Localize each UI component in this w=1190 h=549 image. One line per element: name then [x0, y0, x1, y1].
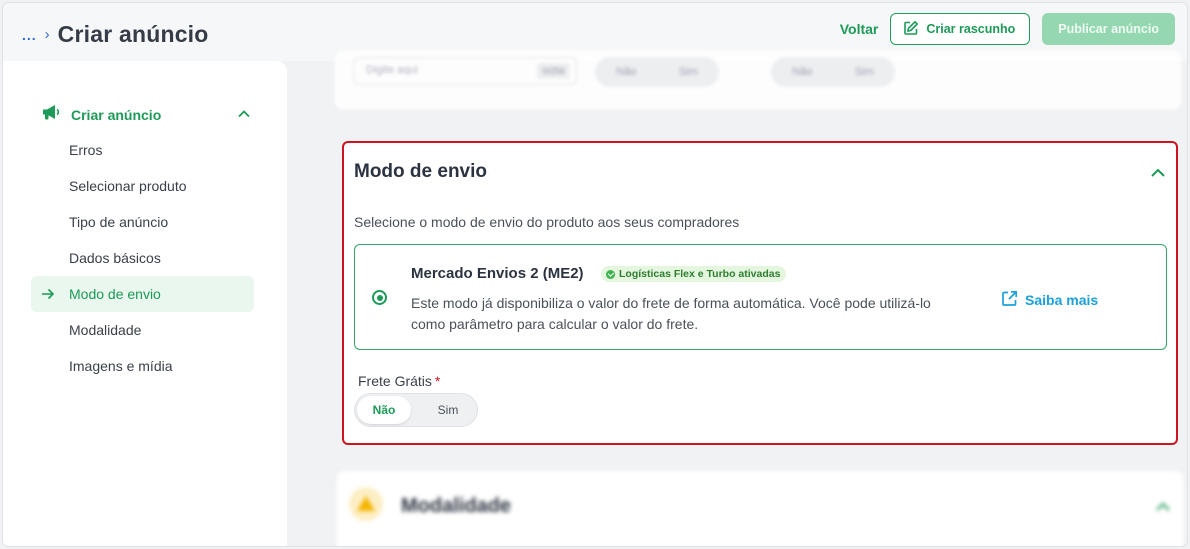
sidebar-item-label: Dados básicos [69, 250, 161, 266]
arrow-right-icon [41, 287, 55, 303]
sidebar-item-label: Erros [69, 142, 103, 158]
megaphone-icon [41, 103, 61, 126]
sidebar-item-dados-basicos[interactable]: Dados básicos [31, 240, 254, 276]
char-counter: 0/256 [537, 63, 570, 79]
shipping-mode-card: Modo de envio Selecione o modo de envio … [342, 141, 1178, 445]
sidebar-item-tipo-de-anuncio[interactable]: Tipo de anúncio [31, 204, 254, 240]
sidebar: Criar anúncio Erros Selecionar produto T… [3, 61, 287, 546]
status-badge: Logísticas Flex e Turbo ativadas [601, 266, 787, 282]
learn-more-link[interactable]: Saiba mais [1001, 290, 1098, 310]
sidebar-item-modalidade[interactable]: Modalidade [31, 312, 254, 348]
sidebar-item-label: Modalidade [69, 322, 142, 338]
main-content: Digite aqui 0/256 Não Sim Não Sim Modo d… [287, 51, 1187, 546]
sidebar-section-label: Criar anúncio [71, 106, 162, 123]
toggle-yes[interactable]: Sim [855, 66, 874, 78]
toggle-yes[interactable]: Sim [421, 396, 475, 424]
yes-no-toggle[interactable]: Não Sim [771, 57, 895, 87]
chevron-up-icon[interactable] [1150, 165, 1166, 183]
page-title: Criar anúncio [57, 21, 209, 47]
chevron-up-icon[interactable] [1155, 499, 1171, 517]
sidebar-item-label: Modo de envio [69, 286, 161, 302]
sidebar-item-modo-de-envio[interactable]: Modo de envio [31, 276, 254, 312]
free-shipping-label: Frete Grátis * [358, 373, 440, 389]
toggle-yes[interactable]: Sim [679, 66, 698, 78]
text-input[interactable]: Digite aqui 0/256 [353, 57, 577, 85]
back-button[interactable]: Voltar [840, 21, 879, 37]
shipping-option-radio[interactable] [372, 290, 387, 305]
sidebar-item-erros[interactable]: Erros [31, 132, 254, 168]
header-actions: Voltar Criar rascunho Publicar anúncio [840, 13, 1175, 45]
toggle-no[interactable]: Não [792, 66, 812, 78]
input-placeholder: Digite aqui [366, 64, 418, 76]
shipping-option-me2[interactable]: Mercado Envios 2 (ME2) Logísticas Flex e… [354, 244, 1167, 350]
free-shipping-toggle[interactable]: Não Sim [354, 393, 478, 427]
shipping-option-title: Mercado Envios 2 (ME2) [411, 265, 584, 282]
toggle-no[interactable]: Não [616, 66, 636, 78]
check-circle-icon [606, 269, 615, 279]
breadcrumb-chevron-icon: › [44, 26, 50, 43]
external-link-icon [1001, 290, 1018, 310]
sidebar-item-label: Selecionar produto [69, 178, 187, 194]
create-draft-button[interactable]: Criar rascunho [890, 13, 1031, 45]
publish-label: Publicar anúncio [1058, 22, 1159, 36]
modality-section-title: Modalidade [401, 495, 512, 517]
status-badge-label: Logísticas Flex e Turbo ativadas [619, 268, 781, 280]
sidebar-item-label: Tipo de anúncio [69, 214, 169, 230]
shipping-option-description: Este modo já disponibiliza o valor do fr… [411, 295, 931, 332]
edit-icon [903, 20, 919, 39]
create-draft-label: Criar rascunho [926, 22, 1016, 36]
shipping-mode-description: Selecione o modo de envio do produto aos… [354, 214, 740, 230]
toggle-no[interactable]: Não [357, 396, 411, 424]
publish-button[interactable]: Publicar anúncio [1042, 13, 1175, 45]
required-mark: * [434, 373, 441, 389]
chevron-up-icon[interactable] [237, 106, 251, 124]
sidebar-item-imagens-e-midia[interactable]: Imagens e mídia [31, 348, 254, 384]
sidebar-item-label: Imagens e mídia [69, 358, 173, 374]
modality-section-card: Modalidade [337, 471, 1183, 546]
previous-section-card: Digite aqui 0/256 Não Sim Não Sim [335, 51, 1181, 109]
breadcrumb: ... › Criar anúncio [22, 21, 209, 48]
sidebar-item-selecionar-produto[interactable]: Selecionar produto [31, 168, 254, 204]
app-frame: ... › Criar anúncio Voltar Criar rascunh… [2, 2, 1188, 547]
learn-more-label: Saiba mais [1025, 292, 1099, 308]
warning-icon [357, 496, 375, 511]
shipping-mode-title: Modo de envio [354, 161, 487, 182]
yes-no-toggle[interactable]: Não Sim [595, 57, 719, 87]
free-shipping-text: Frete Grátis [358, 373, 432, 389]
breadcrumb-ellipsis[interactable]: ... [22, 27, 37, 43]
sidebar-section-header[interactable]: Criar anúncio [41, 103, 251, 126]
